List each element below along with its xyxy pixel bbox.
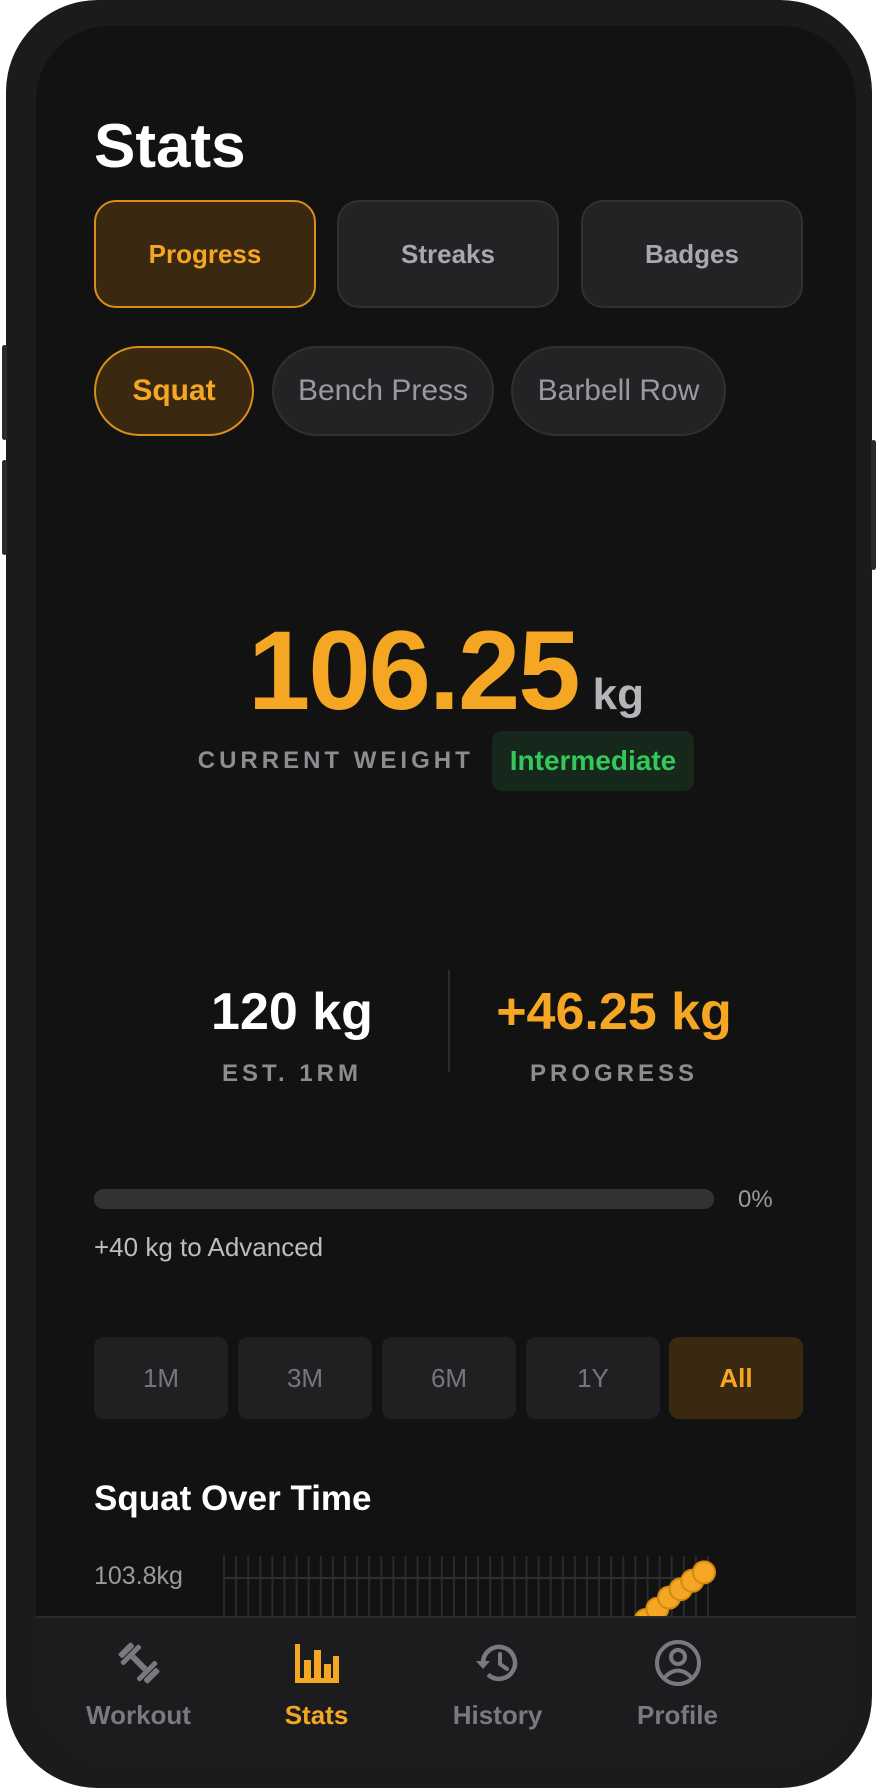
tab-workout[interactable]: Workout xyxy=(36,1618,241,1748)
current-weight-meta: CURRENT WEIGHT Intermediate xyxy=(36,731,856,791)
exercise-chip-squat[interactable]: Squat xyxy=(94,346,254,436)
segment-progress[interactable]: Progress xyxy=(94,200,316,308)
range-1y[interactable]: 1Y xyxy=(526,1337,660,1419)
side-button xyxy=(2,460,7,555)
stats-divider xyxy=(448,970,450,1072)
progress-label: PROGRESS xyxy=(529,1060,699,1087)
data-point[interactable] xyxy=(692,1560,716,1585)
chart-title: Squat Over Time xyxy=(94,1479,372,1518)
exercise-chip-barbell-row[interactable]: Barbell Row xyxy=(511,346,726,436)
range-3m[interactable]: 3M xyxy=(238,1337,372,1419)
current-weight-label: CURRENT WEIGHT xyxy=(197,747,474,774)
level-progress-percent: 0% xyxy=(738,1186,773,1213)
time-range-selector: 1M 3M 6M 1Y All xyxy=(94,1337,803,1419)
page-title: Stats xyxy=(94,112,246,181)
tab-stats-label: Stats xyxy=(284,1700,349,1730)
est-1rm-stat: 120 kg EST. 1RM xyxy=(142,986,442,1088)
bar-chart-icon xyxy=(295,1644,339,1683)
est-1rm-label: EST. 1RM xyxy=(221,1060,363,1087)
exercise-chip-bench-press[interactable]: Bench Press xyxy=(272,346,494,436)
phone-frame: Stats Progress Streaks Badges Squat Benc… xyxy=(2,0,876,1788)
current-weight-unit: kg xyxy=(592,670,644,719)
progress-value: +46.25 kg xyxy=(496,983,732,1041)
est-1rm-value: 120 kg xyxy=(211,983,373,1041)
tab-stats[interactable]: Stats xyxy=(214,1618,419,1748)
level-badge: Intermediate xyxy=(491,731,695,791)
profile-icon xyxy=(655,1640,701,1686)
current-weight-display: 106.25 kg xyxy=(36,606,856,735)
range-1m[interactable]: 1M xyxy=(94,1337,228,1419)
tab-history[interactable]: History xyxy=(395,1618,600,1748)
power-button xyxy=(871,440,876,570)
tab-profile-label: Profile xyxy=(637,1700,718,1730)
dumbbell-icon xyxy=(118,1642,160,1684)
level-progress-bar xyxy=(94,1189,714,1209)
progress-stat: +46.25 kg PROGRESS xyxy=(464,986,764,1088)
y-tick-label: 103.8kg xyxy=(94,1562,183,1590)
tab-workout-label: Workout xyxy=(86,1700,191,1730)
next-level-hint: +40 kg to Advanced xyxy=(94,1232,324,1262)
segment-streaks[interactable]: Streaks xyxy=(337,200,559,308)
history-icon xyxy=(476,1644,518,1682)
tab-profile[interactable]: Profile xyxy=(575,1618,780,1748)
exercise-selector: Squat Bench Press Barbell Row xyxy=(94,346,803,436)
side-button xyxy=(2,345,7,440)
stats-screen: Stats Progress Streaks Badges Squat Benc… xyxy=(36,26,856,1764)
current-weight-value: 106.25 xyxy=(248,608,581,733)
range-all[interactable]: All xyxy=(669,1337,803,1419)
segment-badges[interactable]: Badges xyxy=(581,200,803,308)
stats-segment-control: Progress Streaks Badges xyxy=(94,200,803,308)
bottom-tab-bar: Workout Stats History Profile xyxy=(36,1616,856,1764)
range-6m[interactable]: 6M xyxy=(382,1337,516,1419)
tab-history-label: History xyxy=(452,1700,543,1730)
